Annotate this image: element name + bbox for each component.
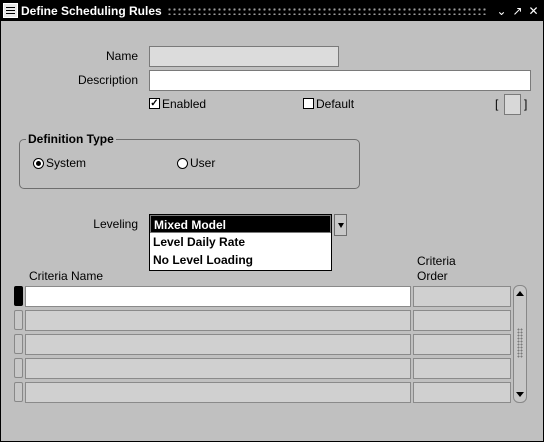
criteria-name-cell[interactable] <box>25 358 411 379</box>
row-indicator[interactable] <box>14 358 23 378</box>
criteria-name-header: Criteria Name <box>29 269 104 283</box>
title-bar-pattern <box>167 7 487 15</box>
window-title: Define Scheduling Rules <box>21 4 162 18</box>
enabled-label: Enabled <box>162 97 207 111</box>
criteria-name-cell[interactable] <box>25 310 411 331</box>
default-checkbox[interactable] <box>303 98 314 109</box>
criteria-order-cell[interactable] <box>413 358 511 379</box>
leveling-option-no-level-loading[interactable]: No Level Loading <box>150 251 331 269</box>
leveling-dropdown-list[interactable]: Mixed Model Level Daily Rate No Level Lo… <box>149 214 332 271</box>
system-radio-label: System <box>46 156 87 170</box>
leveling-option-mixed-model[interactable]: Mixed Model <box>150 215 331 233</box>
enabled-checkbox[interactable]: ✓ <box>149 98 160 109</box>
window-menu-icon[interactable] <box>3 3 18 18</box>
flexfield-bracket-close: ] <box>524 97 528 111</box>
criteria-order-cell[interactable] <box>413 310 511 331</box>
name-field[interactable] <box>149 46 339 67</box>
scroll-up-arrow-icon[interactable] <box>516 291 524 296</box>
row-indicator[interactable] <box>14 334 23 354</box>
default-label: Default <box>316 97 355 111</box>
row-indicator-current[interactable] <box>14 286 23 306</box>
scroll-thumb-grip[interactable] <box>517 328 523 358</box>
system-radio[interactable] <box>33 158 44 169</box>
criteria-name-cell[interactable] <box>25 334 411 355</box>
leveling-dropdown-button[interactable] <box>334 214 347 236</box>
criteria-order-header-line1: Criteria <box>417 254 456 268</box>
row-indicator[interactable] <box>14 310 23 330</box>
leveling-label: Leveling <box>93 217 138 231</box>
flexfield-button[interactable] <box>504 94 521 115</box>
scroll-down-arrow-icon[interactable] <box>516 392 524 397</box>
criteria-order-cell[interactable] <box>413 334 511 355</box>
leveling-option-level-daily-rate[interactable]: Level Daily Rate <box>150 233 331 251</box>
description-label: Description <box>77 73 138 87</box>
minimize-button[interactable]: ⌄ <box>495 4 508 18</box>
maximize-button[interactable]: ↗ <box>511 4 524 18</box>
define-scheduling-rules-window: Define Scheduling Rules ⌄ ↗ ✕ Name Descr… <box>0 0 544 442</box>
user-radio[interactable] <box>177 158 188 169</box>
criteria-order-header-line2: Order <box>417 269 448 283</box>
close-button[interactable]: ✕ <box>527 4 540 18</box>
definition-type-title: Definition Type <box>26 132 116 146</box>
flexfield-bracket-open: [ <box>495 97 499 111</box>
criteria-order-cell[interactable] <box>413 286 511 307</box>
table-vertical-scrollbar[interactable] <box>513 285 527 403</box>
criteria-name-cell[interactable] <box>25 382 411 403</box>
name-label: Name <box>105 49 138 63</box>
title-bar[interactable]: Define Scheduling Rules ⌄ ↗ ✕ <box>1 1 543 21</box>
criteria-order-cell[interactable] <box>413 382 511 403</box>
user-radio-label: User <box>190 156 216 170</box>
criteria-name-cell[interactable] <box>25 286 411 307</box>
description-field[interactable] <box>149 70 531 91</box>
row-indicator[interactable] <box>14 382 23 402</box>
